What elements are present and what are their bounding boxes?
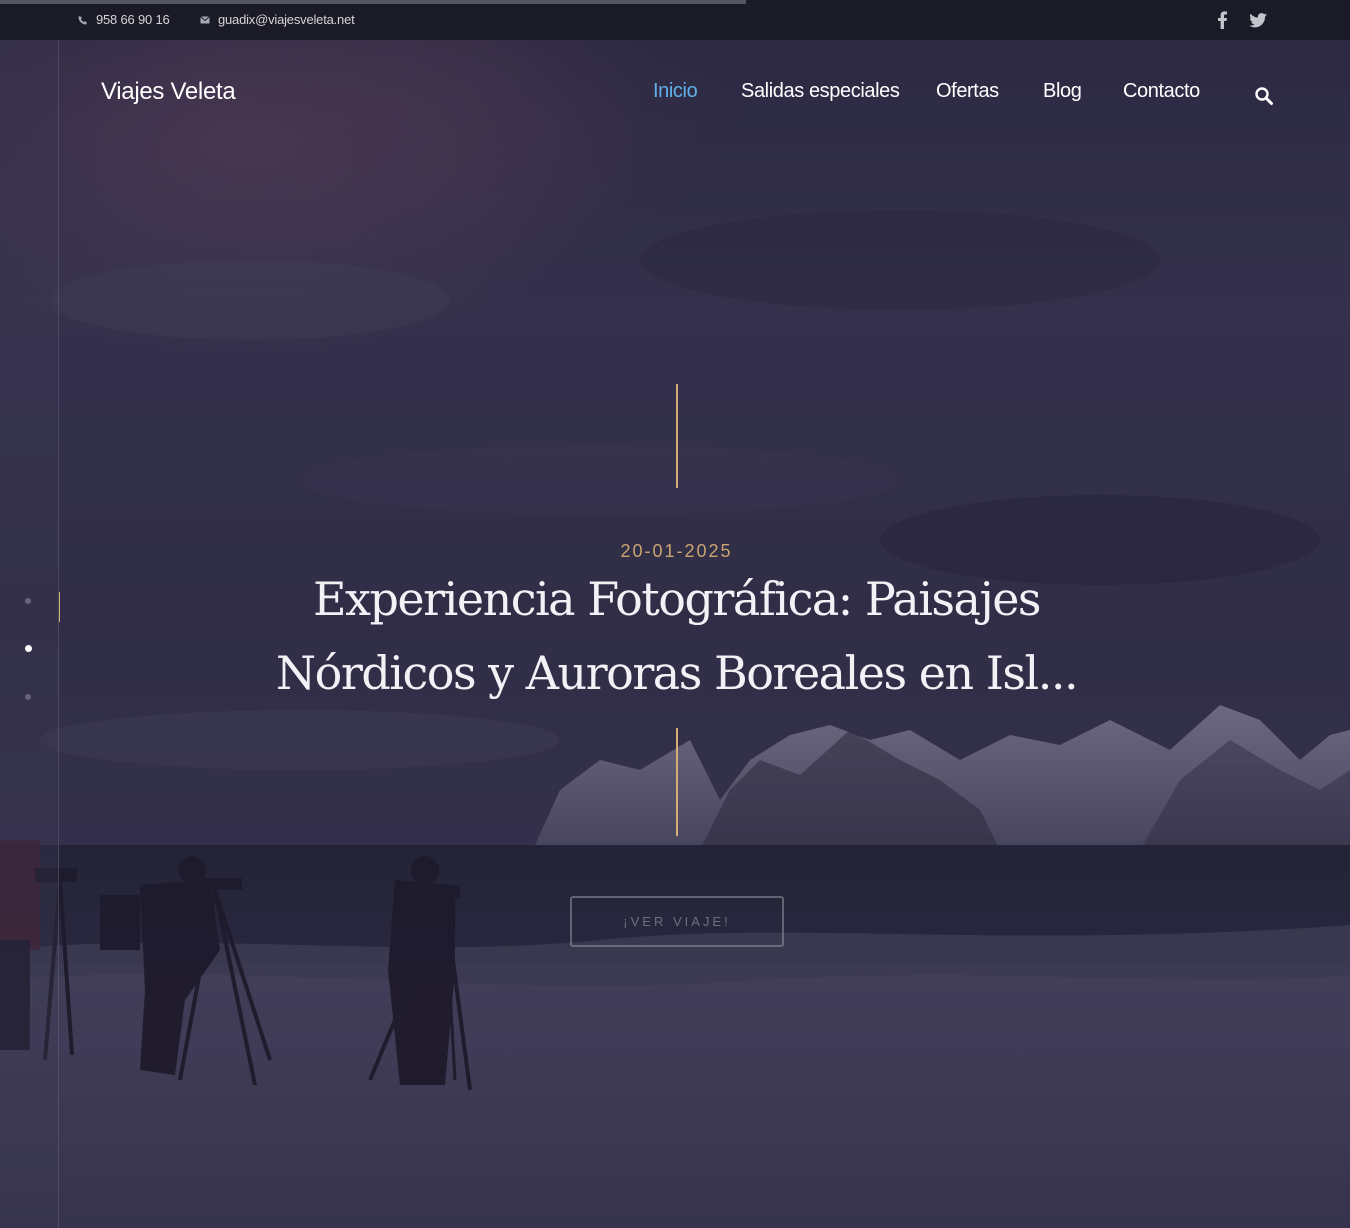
- slider-dot-2-active[interactable]: [25, 645, 32, 652]
- twitter-link[interactable]: [1248, 10, 1268, 30]
- slider-dot-1[interactable]: [25, 598, 31, 604]
- topbar-phone[interactable]: 958 66 90 16: [78, 12, 170, 27]
- topbar-email[interactable]: guadix@viajesveleta.net: [200, 12, 355, 27]
- page-load-progress-bar: [0, 0, 746, 4]
- hero-divider-bottom: [676, 728, 678, 836]
- page: 958 66 90 16 guadix@viajesveleta.net Via…: [0, 0, 1350, 1228]
- hero-divider-top: [676, 384, 678, 488]
- envelope-icon: [200, 15, 210, 23]
- view-trip-button[interactable]: ¡VER VIAJE!: [570, 896, 784, 947]
- search-button[interactable]: [1254, 86, 1276, 108]
- main-nav: Inicio Salidas especiales Ofertas Blog C…: [0, 80, 1350, 110]
- hero-title: Experiencia Fotográfica: Paisajes Nórdic…: [275, 572, 1079, 700]
- top-bar: 958 66 90 16 guadix@viajesveleta.net: [0, 0, 1350, 40]
- twitter-icon: [1249, 12, 1267, 27]
- facebook-link[interactable]: [1212, 10, 1232, 30]
- nav-item-inicio[interactable]: Inicio: [653, 80, 698, 103]
- nav-item-ofertas[interactable]: Ofertas: [936, 80, 999, 103]
- nav-item-salidas-especiales[interactable]: Salidas especiales: [741, 80, 900, 103]
- topbar-email-text: guadix@viajesveleta.net: [218, 12, 355, 27]
- search-icon: [1255, 87, 1273, 105]
- topbar-phone-text: 958 66 90 16: [96, 12, 170, 27]
- facebook-icon: [1218, 11, 1227, 29]
- slider-pagination-strip: [0, 40, 59, 1228]
- phone-icon: [78, 15, 87, 24]
- nav-item-blog[interactable]: Blog: [1043, 80, 1082, 103]
- hero-date: 20-01-2025: [620, 541, 733, 561]
- nav-item-contacto[interactable]: Contacto: [1123, 80, 1200, 103]
- slider-active-marker: [59, 592, 60, 622]
- slider-dot-3[interactable]: [25, 694, 31, 700]
